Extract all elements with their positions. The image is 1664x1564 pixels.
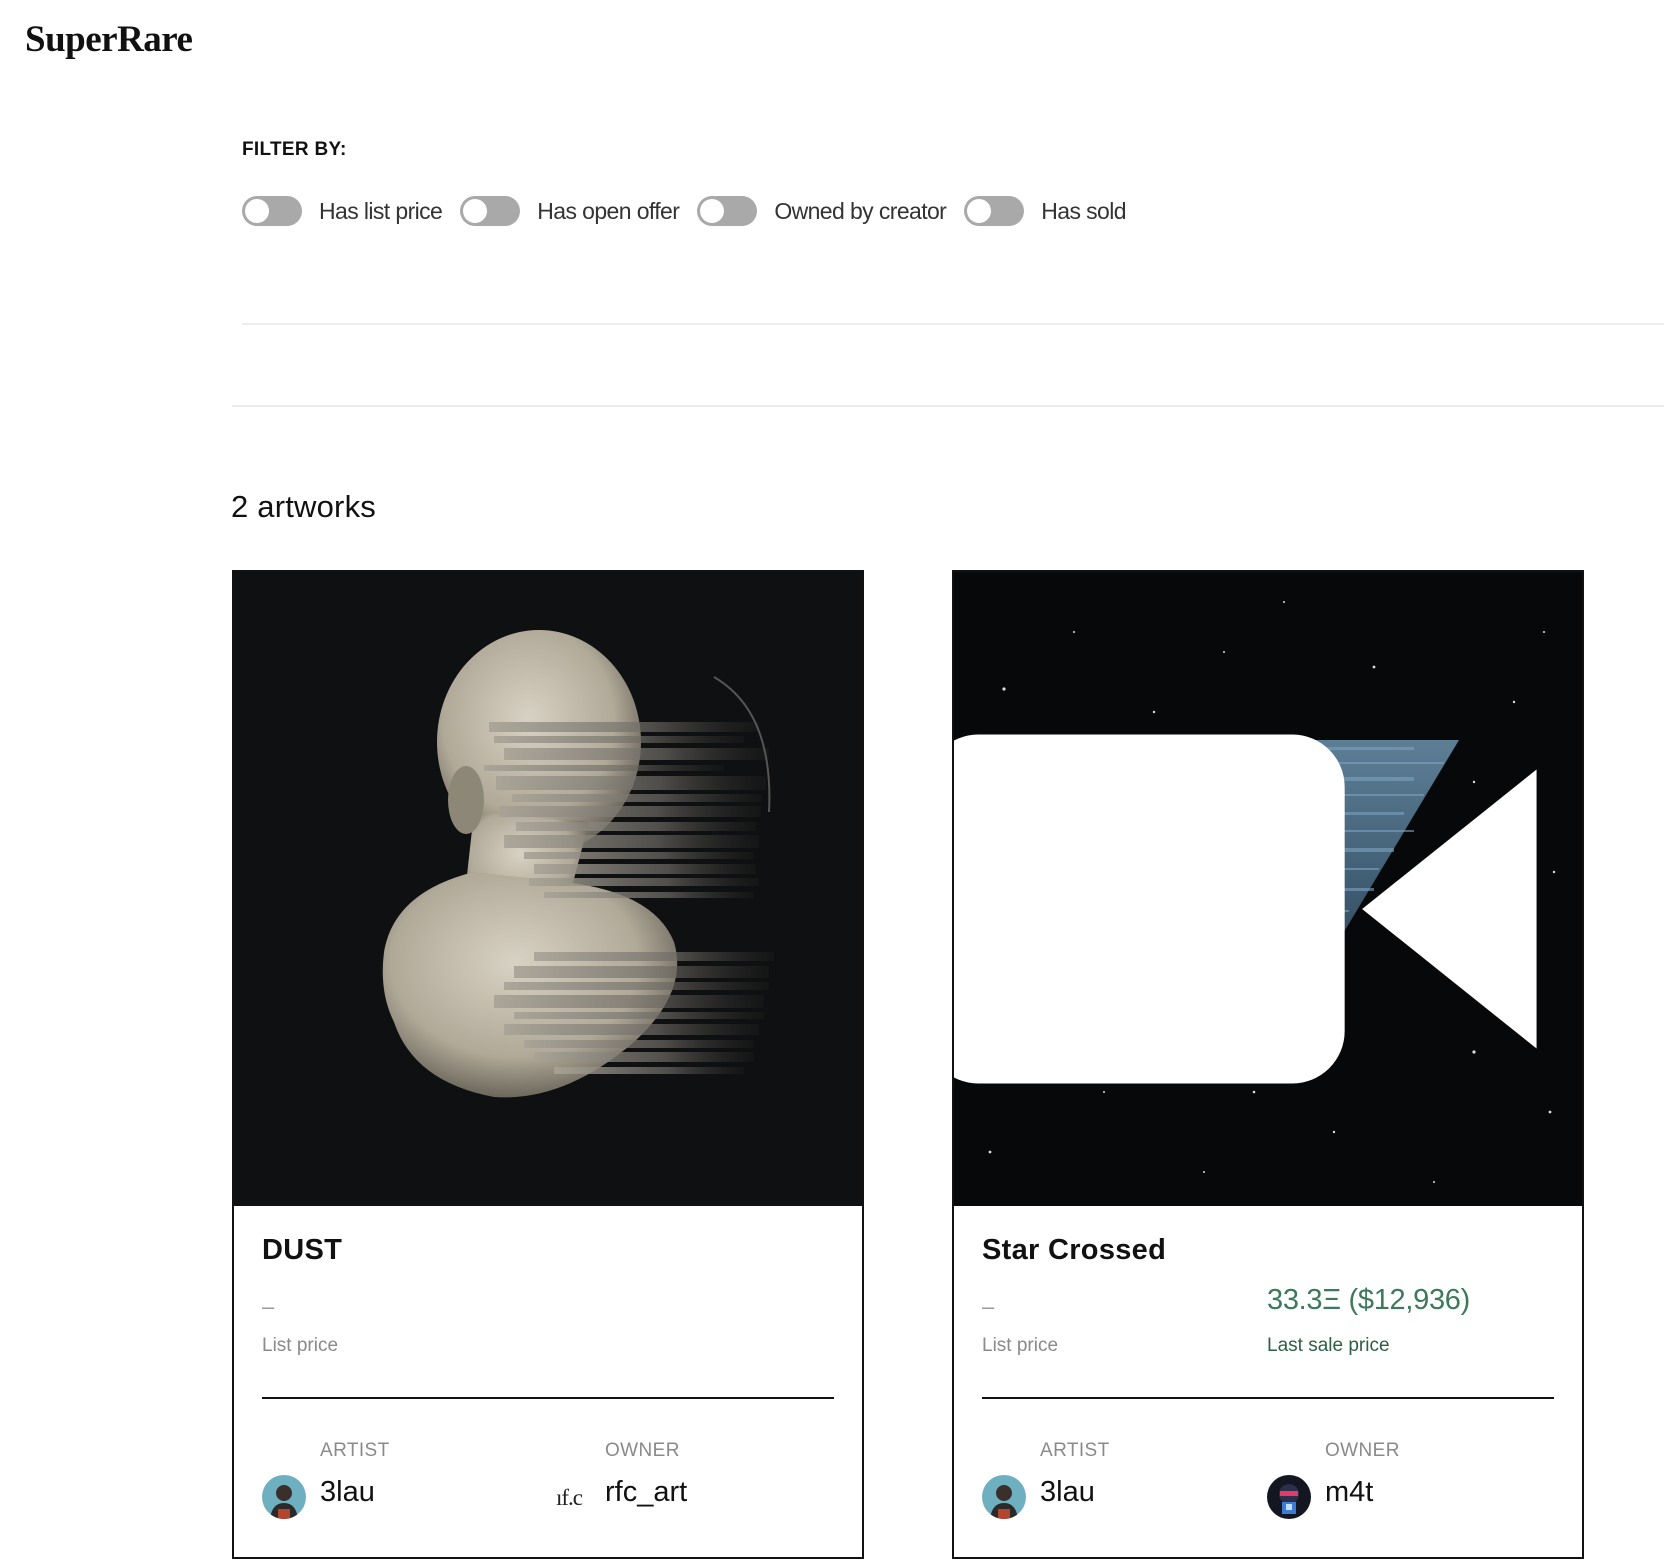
artist-avatar[interactable] bbox=[262, 1475, 306, 1519]
filter-label: Has open offer bbox=[537, 197, 680, 224]
superrare-logo[interactable]: SuperRare bbox=[25, 18, 193, 61]
list-price-label: List price bbox=[262, 1335, 339, 1356]
filter-owned-by-creator[interactable]: Owned by creator bbox=[697, 196, 947, 226]
has-sold-toggle[interactable] bbox=[964, 196, 1025, 226]
card-divider bbox=[982, 1397, 1554, 1399]
card-divider bbox=[262, 1397, 834, 1399]
artwork-title[interactable]: Star Crossed bbox=[982, 1234, 1166, 1267]
owner-username[interactable]: m4t bbox=[1325, 1476, 1373, 1509]
list-price-value: – bbox=[262, 1294, 275, 1319]
filter-has-list-price[interactable]: Has list price bbox=[242, 196, 443, 226]
filter-label: Has sold bbox=[1041, 197, 1126, 224]
toggle-knob bbox=[967, 199, 992, 223]
divider bbox=[242, 323, 1664, 325]
artist-avatar[interactable] bbox=[982, 1475, 1026, 1519]
artwork-card[interactable]: Star Crossed – List price 33.3Ξ ($12,936… bbox=[952, 570, 1584, 1559]
owner-label: OWNER bbox=[605, 1440, 680, 1461]
owner-label: OWNER bbox=[1325, 1440, 1400, 1461]
owned-by-creator-toggle[interactable] bbox=[697, 196, 758, 226]
artist-label: ARTIST bbox=[1040, 1440, 1110, 1461]
artist-username[interactable]: 3lau bbox=[1040, 1476, 1095, 1509]
filter-has-open-offer[interactable]: Has open offer bbox=[460, 196, 680, 226]
filter-has-sold[interactable]: Has sold bbox=[964, 196, 1127, 226]
artist-username[interactable]: 3lau bbox=[320, 1476, 375, 1509]
page: SuperRare FILTER BY: Has list price Has … bbox=[0, 0, 1664, 1564]
video-camera-icon bbox=[954, 592, 1554, 1206]
list-price-value: – bbox=[982, 1294, 995, 1319]
artwork-card[interactable]: DUST – List price ARTIST OWNER 3lau ıf.c… bbox=[232, 570, 864, 1559]
last-sale-price-value: 33.3Ξ ($12,936) bbox=[1267, 1284, 1470, 1316]
artwork-image[interactable] bbox=[954, 572, 1582, 1206]
filter-label: Owned by creator bbox=[774, 197, 947, 224]
filter-title: FILTER BY: bbox=[242, 139, 347, 160]
artwork-image[interactable] bbox=[234, 572, 862, 1206]
filter-bar: Has list price Has open offer Owned by c… bbox=[242, 194, 1144, 228]
last-sale-price-label: Last sale price bbox=[1267, 1335, 1390, 1356]
owner-username[interactable]: rfc_art bbox=[605, 1476, 687, 1509]
filter-label: Has list price bbox=[319, 197, 443, 224]
artwork-count: 2 artworks bbox=[231, 489, 376, 524]
toggle-knob bbox=[245, 199, 269, 223]
owner-avatar[interactable] bbox=[1267, 1475, 1311, 1519]
toggle-knob bbox=[700, 199, 725, 223]
toggle-knob bbox=[463, 199, 488, 223]
owner-avatar[interactable]: ıf.c bbox=[556, 1485, 583, 1511]
list-price-label: List price bbox=[982, 1335, 1059, 1356]
artwork-title[interactable]: DUST bbox=[262, 1234, 342, 1267]
divider bbox=[232, 405, 1664, 407]
artist-label: ARTIST bbox=[320, 1440, 390, 1461]
has-list-price-toggle[interactable] bbox=[242, 196, 302, 226]
has-open-offer-toggle[interactable] bbox=[460, 196, 521, 226]
